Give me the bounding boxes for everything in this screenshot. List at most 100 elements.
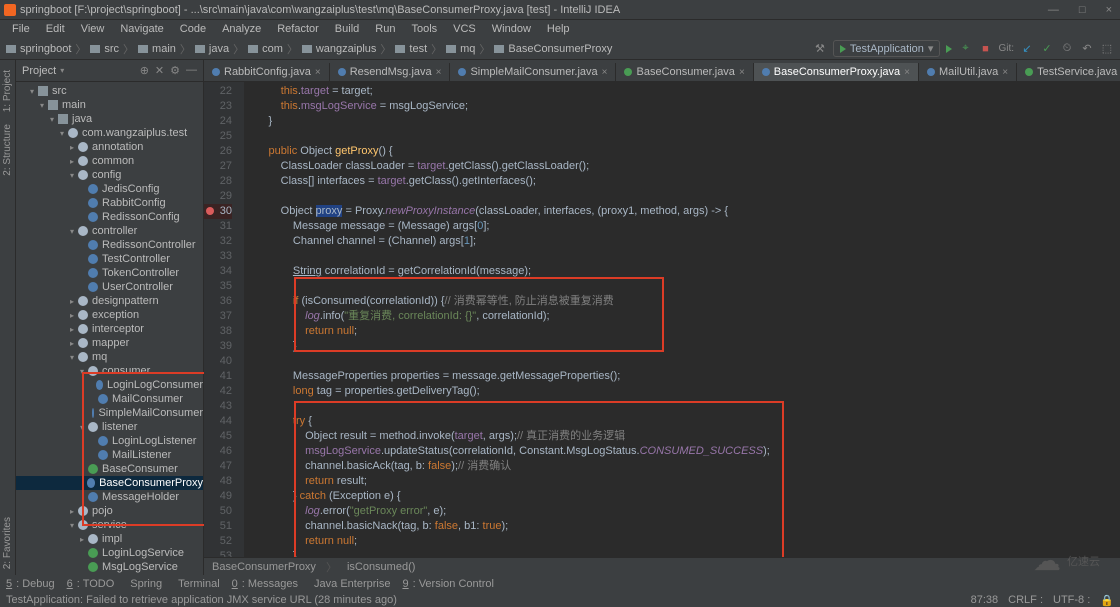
tree-item-interceptor[interactable]: ▸interceptor [16, 322, 203, 336]
tree-item-listener[interactable]: ▾listener [16, 420, 203, 434]
breadcrumb-item[interactable]: java [209, 43, 229, 55]
hammer-icon[interactable]: ⚒ [813, 42, 827, 56]
favorites-toolwindow-tab[interactable]: 2: Favorites [0, 511, 15, 575]
tree-item-common[interactable]: ▸common [16, 154, 203, 168]
editor-tab-TestService.java[interactable]: TestService.java× [1017, 63, 1120, 81]
tree-item-RedissonConfig[interactable]: RedissonConfig [16, 210, 203, 224]
editor-tab-ResendMsg.java[interactable]: ResendMsg.java× [330, 63, 451, 81]
tree-item-LoginLogService[interactable]: LoginLogService [16, 546, 203, 560]
breadcrumb-item[interactable]: src [104, 43, 119, 55]
project-toolwindow-tab[interactable]: 1: Project [0, 64, 15, 118]
tree-item-RedissonController[interactable]: RedissonController [16, 238, 203, 252]
tree-item-TokenController[interactable]: TokenController [16, 266, 203, 280]
menu-tools[interactable]: Tools [403, 21, 445, 37]
menu-navigate[interactable]: Navigate [112, 21, 171, 37]
toolwindow-spring[interactable]: Spring [126, 578, 162, 590]
tree-item-BaseConsumerProxy[interactable]: BaseConsumerProxy [16, 476, 203, 490]
structure-toolwindow-tab[interactable]: 2: Structure [0, 118, 15, 182]
editor-tab-MailUtil.java[interactable]: MailUtil.java× [919, 63, 1017, 81]
line-separator[interactable]: CRLF : [1008, 594, 1043, 607]
tree-item-TestService[interactable]: TestService [16, 574, 203, 575]
panel-icon[interactable]: ⊕ [140, 64, 149, 77]
breadcrumb-item[interactable]: wangzaiplus [316, 43, 377, 55]
cursor-position[interactable]: 87:38 [971, 594, 999, 607]
menu-edit[interactable]: Edit [38, 21, 73, 37]
breadcrumb-item[interactable]: springboot [20, 43, 71, 55]
run-config-combo[interactable]: TestApplication ▾ [833, 40, 941, 57]
tree-item-UserController[interactable]: UserController [16, 280, 203, 294]
tree-item-controller[interactable]: ▾controller [16, 224, 203, 238]
menu-file[interactable]: File [4, 21, 38, 37]
stop-button[interactable]: ■ [978, 42, 992, 56]
breadcrumb-item[interactable]: BaseConsumerProxy [508, 43, 612, 55]
toolwindow-java-enterprise[interactable]: Java Enterprise [310, 578, 390, 590]
menu-code[interactable]: Code [172, 21, 214, 37]
editor-breadcrumb[interactable]: BaseConsumerProxy〉isConsumed() [204, 557, 1120, 575]
menu-window[interactable]: Window [484, 21, 539, 37]
vcs-revert-icon[interactable]: ↶ [1080, 42, 1094, 56]
editor-tab-RabbitConfig.java[interactable]: RabbitConfig.java× [204, 63, 330, 81]
tree-item-impl[interactable]: ▸impl [16, 532, 203, 546]
menu-analyze[interactable]: Analyze [214, 21, 269, 37]
close-icon[interactable]: × [436, 67, 442, 78]
menu-run[interactable]: Run [367, 21, 403, 37]
menu-refactor[interactable]: Refactor [269, 21, 327, 37]
vcs-commit-icon[interactable]: ✓ [1040, 42, 1054, 56]
tree-item-consumer[interactable]: ▾consumer [16, 364, 203, 378]
breadcrumb-item[interactable]: test [409, 43, 427, 55]
project-tree[interactable]: ▾src▾main▾java▾com.wangzaiplus.test▸anno… [16, 82, 203, 575]
lock-icon[interactable]: 🔒 [1100, 594, 1114, 607]
tree-item-SimpleMailConsumer[interactable]: SimpleMailConsumer [16, 406, 203, 420]
close-icon[interactable]: × [1002, 67, 1008, 78]
breadcrumb-item[interactable]: com [262, 43, 283, 55]
breadcrumb[interactable]: springboot〉src〉main〉java〉com〉wangzaiplus… [6, 41, 612, 57]
close-icon[interactable]: × [315, 67, 321, 78]
breadcrumb-item[interactable]: mq [460, 43, 475, 55]
tree-item-service[interactable]: ▾service [16, 518, 203, 532]
toolwindow-terminal[interactable]: Terminal [174, 578, 220, 590]
tree-item-MsgLogService[interactable]: MsgLogService [16, 560, 203, 574]
tree-item-RabbitConfig[interactable]: RabbitConfig [16, 196, 203, 210]
tree-item-JedisConfig[interactable]: JedisConfig [16, 182, 203, 196]
toolwindow-debug[interactable]: 5: Debug [6, 578, 55, 590]
editor-tab-BaseConsumer.java[interactable]: BaseConsumer.java× [616, 63, 753, 81]
tree-item-BaseConsumer[interactable]: BaseConsumer [16, 462, 203, 476]
tree-item-java[interactable]: ▾java [16, 112, 203, 126]
close-button[interactable]: × [1102, 4, 1116, 16]
search-icon[interactable]: ⬚ [1100, 42, 1114, 56]
tree-item-MessageHolder[interactable]: MessageHolder [16, 490, 203, 504]
menu-vcs[interactable]: VCS [445, 21, 484, 37]
toolwindow-todo[interactable]: 6: TODO [67, 578, 115, 590]
panel-icon[interactable]: ⚙ [170, 64, 180, 77]
minimize-button[interactable]: — [1044, 4, 1063, 16]
menu-build[interactable]: Build [327, 21, 367, 37]
editor-tab-SimpleMailConsumer.java[interactable]: SimpleMailConsumer.java× [450, 63, 616, 81]
panel-icon[interactable]: ✕ [155, 64, 164, 77]
menu-help[interactable]: Help [539, 21, 578, 37]
code-breadcrumb-item[interactable]: BaseConsumerProxy [212, 561, 316, 573]
tree-item-com-wangzaiplus-test[interactable]: ▾com.wangzaiplus.test [16, 126, 203, 140]
code-breadcrumb-item[interactable]: isConsumed() [347, 561, 415, 573]
breadcrumb-item[interactable]: main [152, 43, 176, 55]
tree-item-exception[interactable]: ▸exception [16, 308, 203, 322]
tree-item-LoginLogConsumer[interactable]: LoginLogConsumer [16, 378, 203, 392]
close-icon[interactable]: × [739, 67, 745, 78]
tree-item-MailListener[interactable]: MailListener [16, 448, 203, 462]
editor-gutter[interactable]: 2223242526272829303132333435363738394041… [204, 82, 244, 557]
panel-icon[interactable]: — [186, 64, 197, 77]
tree-item-config[interactable]: ▾config [16, 168, 203, 182]
tree-item-main[interactable]: ▾main [16, 98, 203, 112]
editor-tab-BaseConsumerProxy.java[interactable]: BaseConsumerProxy.java× [754, 63, 919, 81]
tree-item-TestController[interactable]: TestController [16, 252, 203, 266]
toolwindow-version-control[interactable]: 9: Version Control [402, 578, 493, 590]
tree-item-mq[interactable]: ▾mq [16, 350, 203, 364]
close-icon[interactable]: × [904, 67, 910, 78]
tree-item-MailConsumer[interactable]: MailConsumer [16, 392, 203, 406]
tree-item-annotation[interactable]: ▸annotation [16, 140, 203, 154]
maximize-button[interactable]: □ [1075, 4, 1090, 16]
tree-item-pojo[interactable]: ▸pojo [16, 504, 203, 518]
close-icon[interactable]: × [602, 67, 608, 78]
toolwindow-messages[interactable]: 0: Messages [232, 578, 298, 590]
vcs-history-icon[interactable]: ⏲ [1060, 42, 1074, 56]
debug-button[interactable]: ⌖ [958, 42, 972, 56]
